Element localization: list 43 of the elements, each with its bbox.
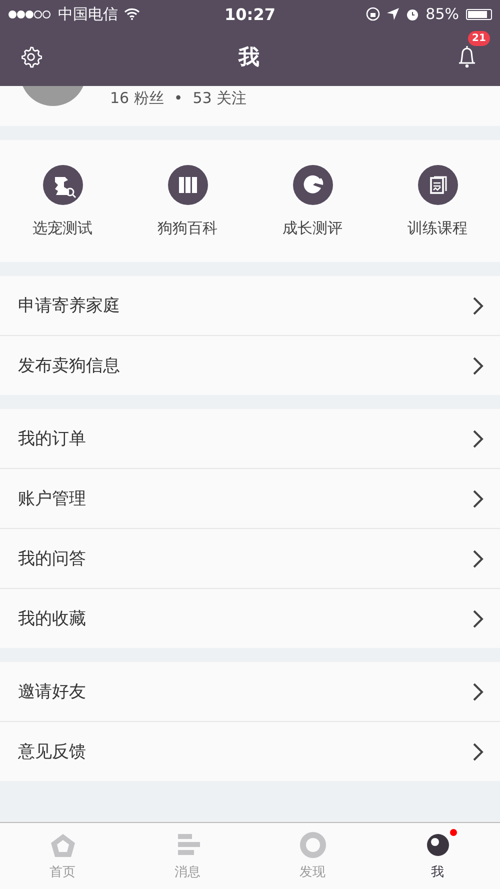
- battery-percent: 85%: [426, 5, 459, 23]
- home-icon: [48, 831, 76, 859]
- shortcut-label[interactable]: 选宠测试: [32, 218, 92, 238]
- menu-item-label[interactable]: 我的问答: [18, 547, 86, 570]
- tab-bar-item[interactable]: 我: [375, 823, 500, 889]
- rotation-lock-icon: [366, 7, 380, 21]
- chevron-right-icon: [472, 682, 484, 702]
- shortcut-label[interactable]: 狗狗百科: [158, 218, 218, 238]
- menu-item-label[interactable]: 申请寄养家庭: [18, 294, 120, 317]
- following-count[interactable]: 53 关注: [192, 88, 247, 108]
- shortcut-label[interactable]: 训练课程: [408, 218, 468, 238]
- menu-item-label[interactable]: 发布卖狗信息: [18, 354, 120, 377]
- menu-item-label[interactable]: 我的订单: [18, 427, 86, 450]
- discover-icon: [298, 831, 326, 859]
- wifi-icon: [124, 8, 140, 20]
- separator-dot: •: [174, 88, 183, 108]
- menu-item-label[interactable]: 邀请好友: [18, 680, 86, 703]
- menu-item-label[interactable]: 账户管理: [18, 487, 86, 510]
- books-icon[interactable]: [168, 164, 208, 204]
- chevron-right-icon: [472, 428, 484, 448]
- chevron-right-icon: [472, 548, 484, 568]
- shortcut-label[interactable]: 成长测评: [282, 218, 342, 238]
- status-time: 10:27: [224, 4, 276, 24]
- document-icon[interactable]: [418, 164, 458, 204]
- chevron-right-icon: [472, 356, 484, 376]
- chevron-right-icon: [472, 296, 484, 316]
- carrier-name: 中国电信: [58, 4, 118, 24]
- menu-item-label[interactable]: 意见反馈: [18, 740, 86, 763]
- menu-item-label[interactable]: 我的收藏: [18, 607, 86, 630]
- signal-icon: [8, 10, 52, 18]
- bell-icon[interactable]: [456, 44, 478, 70]
- chevron-right-icon: [472, 608, 484, 628]
- notification-badge: 21: [468, 31, 490, 46]
- battery-icon: [466, 8, 492, 20]
- settings-icon[interactable]: [20, 46, 42, 68]
- chevron-right-icon: [472, 488, 484, 508]
- pet-icon[interactable]: [42, 164, 82, 204]
- followers-count[interactable]: 16 粉丝: [110, 88, 164, 108]
- page-title: 我: [238, 44, 260, 71]
- alarm-icon: [406, 8, 419, 20]
- location-icon: [386, 8, 399, 20]
- chevron-right-icon: [472, 742, 484, 762]
- pie-icon[interactable]: [292, 164, 332, 204]
